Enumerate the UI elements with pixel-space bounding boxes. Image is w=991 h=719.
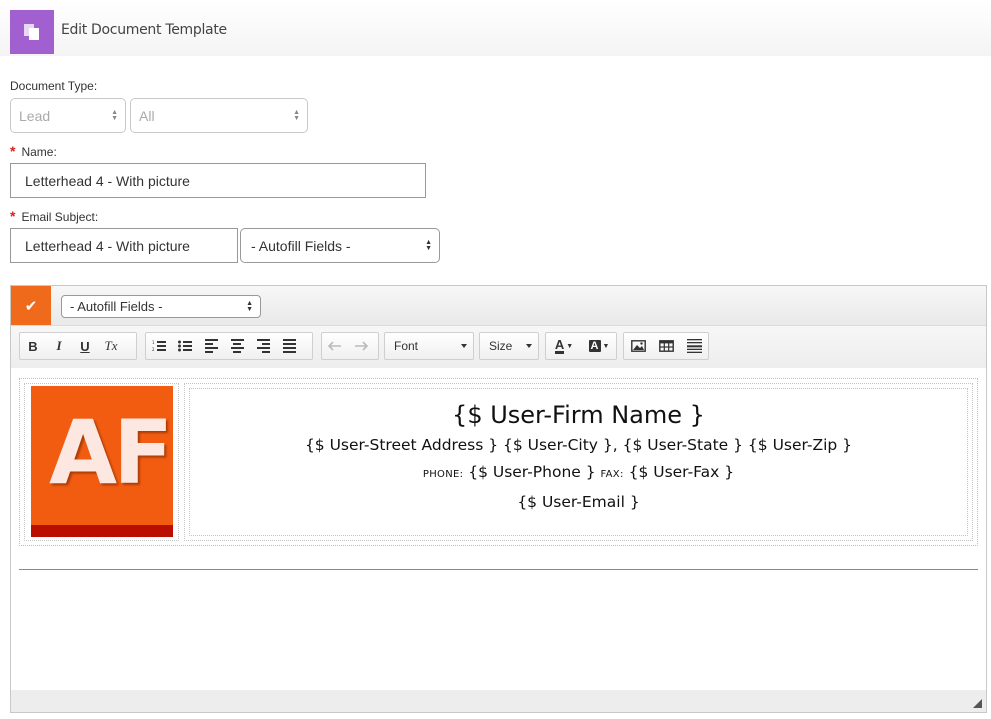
required-marker: *	[10, 143, 16, 159]
firm-info-cell: {$ User-Firm Name } {$ User-Street Addre…	[184, 383, 973, 541]
document-type-select[interactable]: Lead ▲ ▼	[10, 98, 126, 133]
basic-styles-group: B I U Tx	[19, 332, 137, 360]
logo-band	[31, 525, 173, 537]
caret-down-icon	[461, 344, 467, 348]
firm-info: {$ User-Firm Name } {$ User-Street Addre…	[189, 388, 968, 536]
phone-label: PHONE:	[422, 469, 464, 480]
email-subject-label: * Email Subject:	[10, 208, 98, 224]
email-subject-autofill-select[interactable]: - Autofill Fields - ▲ ▼	[240, 228, 440, 263]
select-arrows-icon: ▲ ▼	[425, 238, 432, 252]
align-center-icon[interactable]	[224, 333, 250, 359]
align-left-icon[interactable]	[198, 333, 224, 359]
page-title: Edit Document Template	[61, 22, 227, 38]
horizontal-rule	[19, 569, 978, 570]
image-icon[interactable]	[624, 333, 652, 359]
font-select[interactable]: Font	[384, 332, 474, 360]
name-input[interactable]: Letterhead 4 - With picture	[10, 163, 426, 198]
bold-button[interactable]: B	[20, 333, 46, 359]
firm-address: {$ User-Street Address } {$ User-City },…	[304, 436, 853, 454]
email-subject-label-text: Email Subject:	[21, 210, 99, 224]
caret-down-icon: ▼	[602, 342, 610, 350]
required-marker: *	[10, 208, 16, 224]
background-color-button[interactable]: A ▼	[582, 333, 616, 359]
background-color-icon: A	[588, 340, 601, 352]
editor-content[interactable]: AF {$ User-Firm Name } {$ User-Street Ad…	[11, 368, 986, 690]
logo-text: AF	[49, 401, 173, 504]
remove-format-button[interactable]: Tx	[98, 333, 124, 359]
table-icon[interactable]	[652, 333, 680, 359]
bulleted-list-icon[interactable]	[172, 333, 198, 359]
size-select-value: Size	[489, 339, 513, 353]
caret-down-icon	[526, 344, 532, 348]
document-type-value: Lead	[19, 107, 51, 124]
color-group: A ▼ A ▼	[545, 332, 617, 360]
redo-icon[interactable]	[348, 333, 374, 359]
editor-autofill-value: - Autofill Fields -	[70, 299, 163, 314]
letterhead-table: AF {$ User-Firm Name } {$ User-Street Ad…	[19, 378, 978, 546]
history-group	[321, 332, 379, 360]
firm-phone: {$ User-Phone }	[468, 463, 596, 481]
svg-text:1: 1	[152, 340, 155, 345]
name-label-text: Name:	[21, 145, 57, 159]
align-right-icon[interactable]	[250, 333, 276, 359]
horizontal-rule-icon[interactable]	[680, 333, 708, 359]
undo-icon[interactable]	[322, 333, 348, 359]
select-arrows-icon: ▲ ▼	[246, 299, 253, 313]
fax-label: FAX:	[600, 469, 624, 480]
firm-name: {$ User-Firm Name }	[452, 401, 705, 429]
numbered-list-icon[interactable]: 12	[146, 333, 172, 359]
italic-button[interactable]: I	[46, 333, 72, 359]
rich-text-editor: ✔ - Autofill Fields - ▲ ▼ B I U Tx 12 Fo…	[10, 285, 987, 713]
email-subject-autofill-value: - Autofill Fields -	[251, 237, 351, 254]
caret-down-icon: ▼	[566, 342, 574, 350]
firm-phone-line: PHONE: {$ User-Phone } FAX: {$ User-Fax …	[190, 461, 967, 486]
size-select[interactable]: Size	[479, 332, 539, 360]
insert-group	[623, 332, 709, 360]
editor-toolbar: B I U Tx 12 Font Size A ▼ A ▼	[11, 326, 986, 368]
documents-icon	[10, 10, 54, 54]
name-label: * Name:	[10, 143, 57, 159]
text-color-icon: A	[554, 337, 565, 354]
page-header: Edit Document Template	[0, 0, 991, 56]
firm-email: {$ User-Email }	[517, 493, 640, 511]
firm-logo: AF	[31, 386, 173, 537]
email-subject-input-value: Letterhead 4 - With picture	[25, 237, 190, 254]
check-icon[interactable]: ✔	[11, 286, 51, 325]
font-select-value: Font	[394, 339, 419, 353]
resize-handle-icon[interactable]	[973, 699, 982, 708]
paragraph-group: 12	[145, 332, 313, 360]
underline-button[interactable]: U	[72, 333, 98, 359]
text-color-button[interactable]: A ▼	[546, 333, 582, 359]
name-input-value: Letterhead 4 - With picture	[25, 172, 190, 189]
editor-autofill-select[interactable]: - Autofill Fields - ▲ ▼	[61, 295, 261, 318]
editor-top-bar: ✔ - Autofill Fields - ▲ ▼	[11, 286, 986, 326]
select-arrows-icon: ▲ ▼	[111, 108, 118, 122]
firm-fax: {$ User-Fax }	[628, 463, 735, 481]
document-subtype-value: All	[139, 107, 155, 124]
align-justify-icon[interactable]	[276, 333, 302, 359]
email-subject-input[interactable]: Letterhead 4 - With picture	[10, 228, 238, 263]
document-subtype-select[interactable]: All ▲ ▼	[130, 98, 308, 133]
svg-text:2: 2	[152, 347, 155, 352]
document-type-label: Document Type:	[10, 79, 98, 93]
editor-status-bar	[11, 690, 986, 712]
logo-cell: AF	[24, 383, 179, 541]
select-arrows-icon: ▲ ▼	[293, 108, 300, 122]
